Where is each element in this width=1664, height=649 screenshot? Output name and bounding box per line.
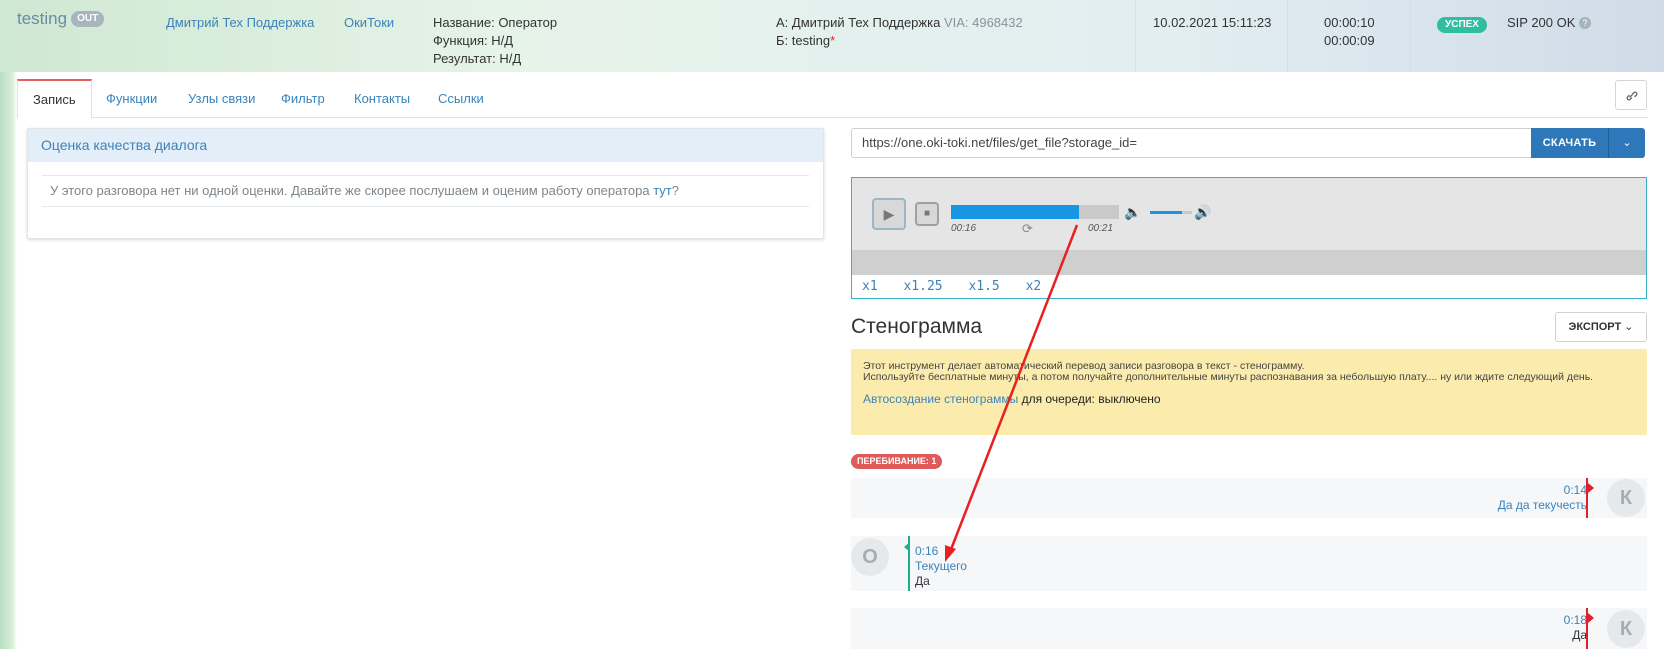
message-time[interactable]: 0:18 [1564, 613, 1587, 628]
tab-nodes[interactable]: Узлы связи [173, 79, 270, 118]
sip-status-cell: SIP 200 OK ? [1507, 14, 1592, 32]
playback-speeds: x1 x1.25 x1.5 x2 [862, 279, 1059, 294]
speed-x1-25[interactable]: x1.25 [903, 279, 942, 294]
interrupt-badge: ПЕРЕБИВАНИЕ: 1 [851, 454, 943, 469]
volume-slider[interactable] [1150, 211, 1192, 214]
call-datetime: 10.02.2021 15:11:23 [1153, 15, 1272, 30]
notice-autocreate: Автосоздание стенограммы для очереди: вы… [863, 392, 1635, 406]
help-icon[interactable]: ? [1579, 17, 1592, 29]
party-a: А: Дмитрий Тех Поддержка [776, 15, 941, 30]
party-b: Б: testing [776, 33, 831, 48]
waveform-strip[interactable] [852, 250, 1646, 275]
avatar: О [851, 538, 889, 576]
call-title-cell: testing OUT [17, 9, 105, 29]
seek-bar-progress [951, 205, 1079, 219]
tab-contacts[interactable]: Контакты [339, 79, 425, 118]
mute-icon[interactable]: 🔈 [1124, 204, 1141, 221]
quality-evaluation-panel: Оценка качества диалога У этого разговор… [27, 128, 824, 239]
volume-max-icon[interactable]: 🔊 [1194, 204, 1211, 221]
message-content: 0:14 Да да текучесть [1498, 483, 1587, 513]
message-content: 0:16 Текущего Да [915, 544, 967, 589]
info-result: Результат: Н/Д [433, 51, 522, 66]
seek-bar[interactable] [951, 205, 1119, 219]
speed-x2[interactable]: x2 [1026, 279, 1042, 294]
sip-status: SIP 200 OK [1507, 15, 1576, 30]
play-button[interactable]: ▶ [872, 198, 906, 230]
party-a-via: VIA: 4968432 [943, 15, 1023, 30]
current-time: 00:16 [951, 223, 977, 234]
party-b-mark: * [830, 33, 836, 48]
stop-icon: ■ [923, 208, 931, 219]
call-info: Название: Оператор Функция: Н/Д Результа… [433, 14, 557, 68]
header-divider [1410, 0, 1411, 72]
link-icon [1626, 91, 1638, 101]
message-text: Да да текучесть [1497, 498, 1587, 512]
speaker-flag [1588, 613, 1594, 623]
evaluate-link[interactable]: тут [653, 183, 672, 198]
evaluation-empty-suffix: ? [671, 183, 679, 198]
message-time[interactable]: 0:14 [1498, 483, 1587, 498]
transcript-notice: Этот инструмент делает автоматический пе… [851, 349, 1647, 435]
transcript-message: 0:14 Да да текучесть К [851, 478, 1647, 518]
chevron-down-icon: ⌄ [1622, 137, 1632, 149]
header-divider [1287, 0, 1288, 72]
header-divider [1504, 0, 1505, 72]
tab-record[interactable]: Запись [17, 79, 92, 119]
play-icon: ▶ [883, 206, 895, 222]
export-button[interactable]: ЭКСПОРТ ⌄ [1555, 312, 1647, 342]
copy-link-button[interactable] [1615, 80, 1647, 110]
transcript-message: 0:18 Да К [851, 608, 1647, 649]
message-time[interactable]: 0:16 [915, 544, 967, 559]
transcript-message: О 0:16 Текущего Да [851, 536, 1647, 591]
loop-icon[interactable]: ⟳ [1022, 221, 1033, 237]
evaluation-title: Оценка качества диалога [28, 129, 823, 162]
info-name: Название: Оператор [433, 15, 558, 30]
player-controls: ▶ ■ 00:16 ⟳ 00:21 🔈 🔊 [852, 178, 1646, 250]
status-badge: УСПЕХ [1437, 17, 1487, 33]
call-parties: А: Дмитрий Тех Поддержка VIA: 4968432 Б:… [776, 14, 1023, 50]
call-title: testing [17, 9, 68, 28]
message-content: 0:18 Да [1564, 613, 1587, 643]
transcript-title: Стенограмма [851, 315, 983, 338]
chevron-down-icon: ⌄ [1624, 321, 1634, 333]
autocreate-link[interactable]: Автосоздание стенограммы [863, 392, 1018, 406]
tab-functions[interactable]: Функции [91, 79, 172, 118]
direction-badge: OUT [71, 11, 105, 27]
speed-x1-5[interactable]: x1.5 [968, 279, 999, 294]
info-function: Функция: Н/Д [433, 33, 514, 48]
notice-line-2: Используйте бесплатные минуты, а потом п… [863, 371, 1594, 383]
avatar: К [1607, 479, 1645, 517]
duration-talk: 00:00:09 [1324, 33, 1375, 48]
speed-x1[interactable]: x1 [862, 279, 878, 294]
tab-bar: Запись Функции Узлы связи Фильтр Контакт… [17, 79, 1648, 119]
export-label: ЭКСПОРТ [1568, 321, 1622, 333]
tab-filter[interactable]: Фильтр [266, 79, 340, 118]
audio-player: ▶ ■ 00:16 ⟳ 00:21 🔈 🔊 x1 x1.25 x1.5 x2 [851, 177, 1647, 299]
speaker-bar [908, 536, 910, 591]
message-text: Текущего [915, 559, 967, 573]
evaluation-empty-message: У этого разговора нет ни одной оценки. Д… [42, 175, 809, 207]
status-cell: УСПЕХ [1437, 14, 1487, 33]
download-button[interactable]: СКАЧАТЬ [1531, 128, 1608, 158]
call-header: testing OUT Дмитрий Тех Поддержка ОкиТоки… [17, 0, 1664, 72]
header-divider [1135, 0, 1136, 72]
download-options-button[interactable]: ⌄ [1608, 128, 1645, 158]
total-time: 00:21 [1088, 223, 1114, 234]
avatar: К [1607, 610, 1645, 648]
autocreate-status: для очереди: выключено [1018, 392, 1161, 406]
company-link[interactable]: ОкиТоки [344, 14, 394, 32]
duration-total: 00:00:10 [1324, 15, 1375, 30]
message-text-alt: Да [915, 574, 930, 588]
message-text: Да [1572, 628, 1587, 642]
file-url-input[interactable]: https://one.oki-toki.net/files/get_file?… [851, 128, 1532, 158]
volume-level [1150, 211, 1182, 214]
tab-links[interactable]: Ссылки [423, 79, 499, 118]
stop-button[interactable]: ■ [915, 202, 939, 226]
evaluation-empty-text: У этого разговора нет ни одной оценки. Д… [50, 183, 654, 198]
call-durations: 00:00:10 00:00:09 [1324, 14, 1375, 50]
operator-link[interactable]: Дмитрий Тех Поддержка [166, 14, 314, 32]
speaker-flag [1588, 483, 1594, 493]
